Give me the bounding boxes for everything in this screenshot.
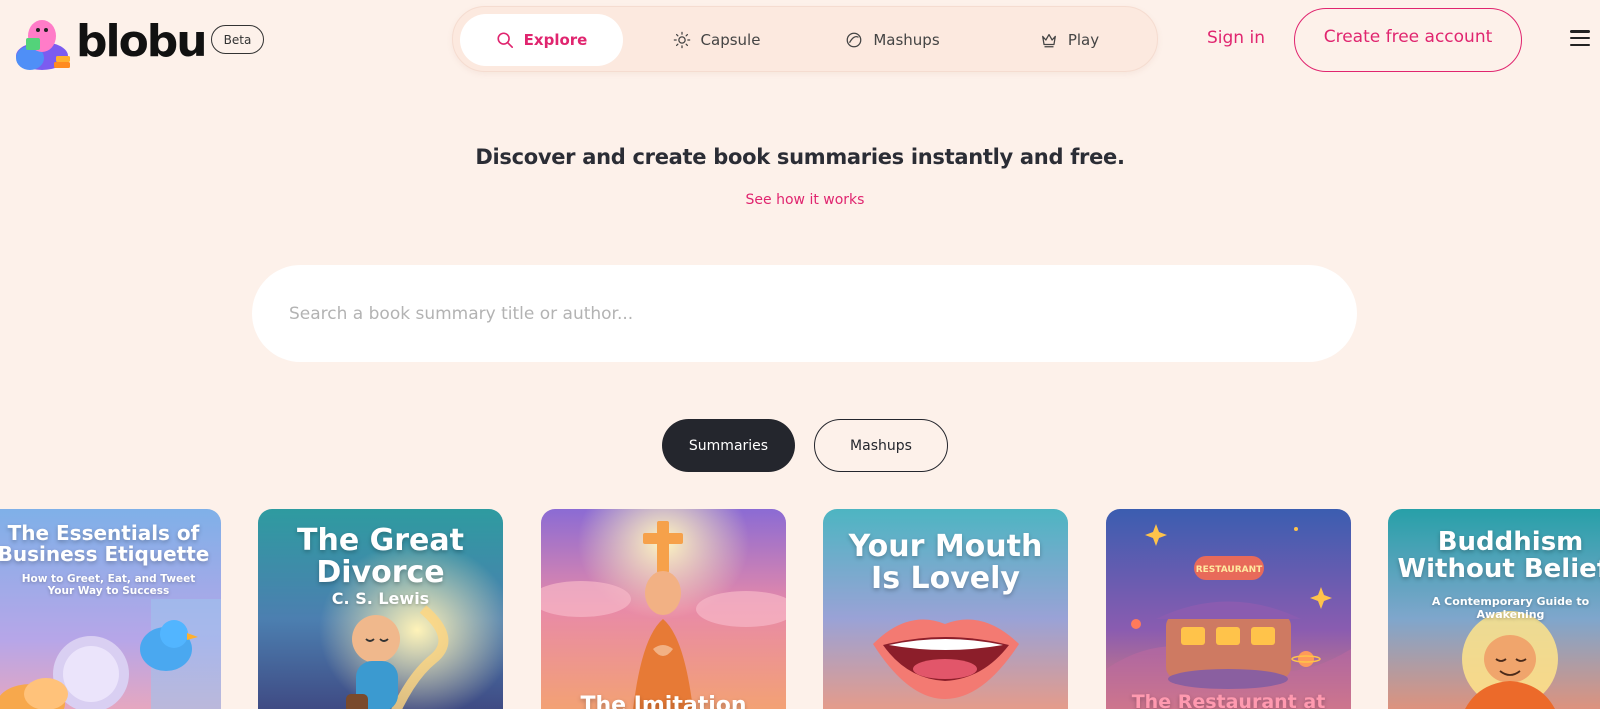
- tab-label: Mashups: [873, 31, 940, 49]
- search-icon: [497, 32, 513, 49]
- sign-in-link[interactable]: Sign in: [1207, 28, 1265, 48]
- filter-summaries-button[interactable]: Summaries: [662, 419, 795, 472]
- beta-badge: Beta: [211, 25, 264, 54]
- book-title: The Great Divorce: [297, 523, 464, 590]
- book-card[interactable]: The Imitation: [541, 509, 786, 709]
- tab-explore[interactable]: Explore: [460, 14, 623, 66]
- brand-logo[interactable]: blobu: [8, 12, 208, 72]
- crown-icon: [1041, 33, 1056, 48]
- filter-mashups-button[interactable]: Mashups: [814, 419, 948, 472]
- main-nav: Explore Capsule Mashups Play: [452, 6, 1158, 72]
- book-title: The Essentials of Business Etiquette: [0, 521, 210, 566]
- page-headline: Discover and create book summaries insta…: [475, 145, 1125, 169]
- tab-label: Explore: [523, 31, 588, 49]
- create-account-button[interactable]: Create free account: [1294, 8, 1522, 72]
- book-title: Buddhism Without Beliefs: [1397, 527, 1600, 585]
- book-cover-art: RESTAURANT: [1106, 509, 1351, 709]
- blend-icon: [846, 32, 862, 48]
- mascot-icon: [8, 12, 74, 72]
- hamburger-menu-icon[interactable]: [1570, 30, 1590, 46]
- sign-text: RESTAURANT: [1196, 565, 1263, 575]
- book-card[interactable]: The Essentials of Business Etiquette How…: [0, 509, 221, 709]
- tab-capsule[interactable]: Capsule: [635, 14, 798, 66]
- how-it-works-link[interactable]: See how it works: [0, 192, 1600, 208]
- book-subtitle: How to Greet, Eat, and Tweet Your Way to…: [21, 573, 196, 597]
- book-cover-art: [541, 509, 786, 709]
- brand-name: blobu: [76, 16, 208, 67]
- tab-play[interactable]: Play: [988, 14, 1151, 66]
- sun-icon: [673, 31, 690, 49]
- book-card[interactable]: The Great Divorce C. S. Lewis: [258, 509, 503, 709]
- book-title: The Restaurant at: [1131, 691, 1326, 709]
- book-card[interactable]: Buddhism Without Beliefs A Contemporary …: [1388, 509, 1600, 709]
- book-card[interactable]: RESTAURANT The Restaurant at: [1106, 509, 1351, 709]
- tab-label: Capsule: [700, 31, 761, 49]
- book-subtitle: A Contemporary Guide to Awakening: [1431, 595, 1590, 621]
- book-author: C. S. Lewis: [331, 589, 430, 608]
- search-input[interactable]: [252, 265, 1357, 362]
- book-title: Your Mouth Is Lovely: [848, 529, 1043, 596]
- book-title: The Imitation: [580, 693, 747, 709]
- tab-mashups[interactable]: Mashups: [811, 14, 974, 66]
- tab-label: Play: [1067, 31, 1100, 49]
- book-card[interactable]: Your Mouth Is Lovely: [823, 509, 1068, 709]
